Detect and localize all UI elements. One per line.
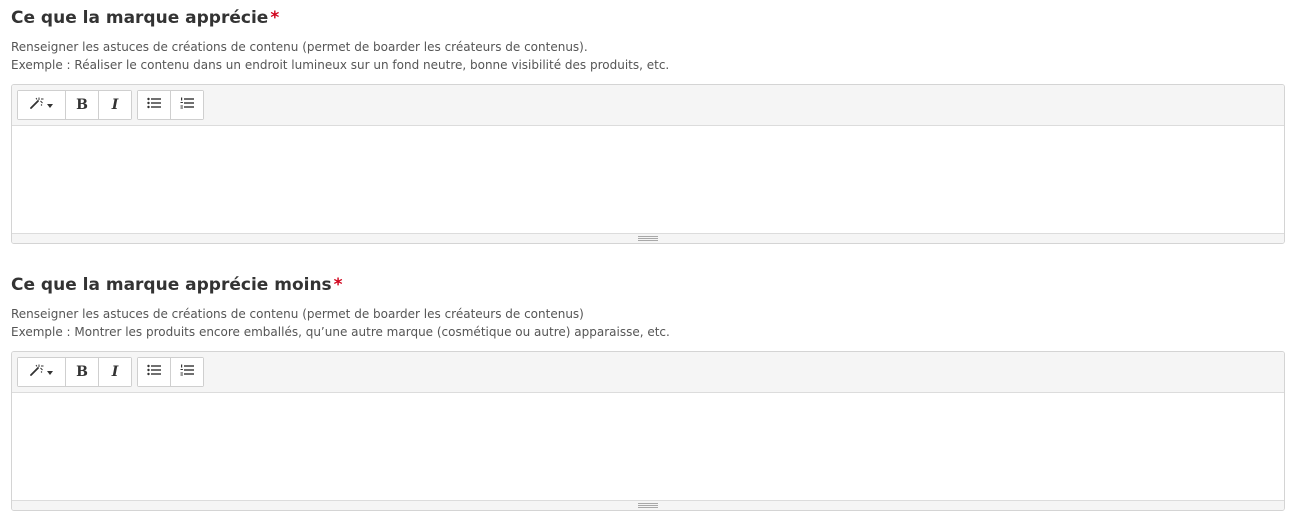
editor-toolbar: B I [12,85,1284,126]
unordered-list-button[interactable] [138,358,171,386]
italic-button[interactable]: I [99,358,131,386]
list-button-group [137,90,204,120]
magic-wand-icon [30,363,44,381]
italic-label: I [111,364,119,380]
bold-label: B [76,364,88,380]
italic-button[interactable]: I [99,91,131,119]
help-line: Renseigner les astuces de créations de c… [11,40,588,54]
rich-text-editor: B I [11,351,1285,511]
field-title-text: Ce que la marque apprécie [11,8,269,28]
unordered-list-button[interactable] [138,91,171,119]
field-title: Ce que la marque apprécie moins * [11,273,1285,297]
style-button-group: B I [17,357,132,387]
editor-resize-bar[interactable] [12,233,1284,243]
bold-label: B [76,97,88,113]
form-page: Ce que la marque apprécie * Renseigner le… [0,0,1300,530]
resize-grip-icon [638,236,658,241]
rich-text-editor: B I [11,84,1285,244]
required-asterisk: * [333,275,343,295]
style-dropdown-button[interactable] [18,91,66,119]
help-line: Renseigner les astuces de créations de c… [11,307,584,321]
list-button-group [137,357,204,387]
unordered-list-icon [147,96,161,114]
caret-down-icon [47,103,53,108]
editor-content-area[interactable] [12,393,1284,500]
ordered-list-button[interactable] [171,358,203,386]
editor-resize-bar[interactable] [12,500,1284,510]
help-text: Renseigner les astuces de créations de c… [11,38,1285,74]
field-brand-likes: Ce que la marque apprécie * Renseigner le… [11,6,1285,244]
help-example-line: Exemple : Montrer les produits encore em… [11,325,670,339]
bold-button[interactable]: B [66,358,99,386]
field-brand-dislikes: Ce que la marque apprécie moins * Renseig… [11,273,1285,511]
editor-toolbar: B I [12,352,1284,393]
unordered-list-icon [147,363,161,381]
ordered-list-button[interactable] [171,91,203,119]
resize-grip-icon [638,503,658,508]
bold-button[interactable]: B [66,91,99,119]
ordered-list-icon [180,363,194,381]
caret-down-icon [47,370,53,375]
style-button-group: B I [17,90,132,120]
italic-label: I [111,97,119,113]
magic-wand-icon [30,96,44,114]
required-asterisk: * [270,8,280,28]
style-dropdown-button[interactable] [18,358,66,386]
field-title: Ce que la marque apprécie * [11,6,1285,30]
help-example-line: Exemple : Réaliser le contenu dans un en… [11,58,670,72]
editor-content-area[interactable] [12,126,1284,233]
help-text: Renseigner les astuces de créations de c… [11,305,1285,341]
field-title-text: Ce que la marque apprécie moins [11,275,332,295]
ordered-list-icon [180,96,194,114]
